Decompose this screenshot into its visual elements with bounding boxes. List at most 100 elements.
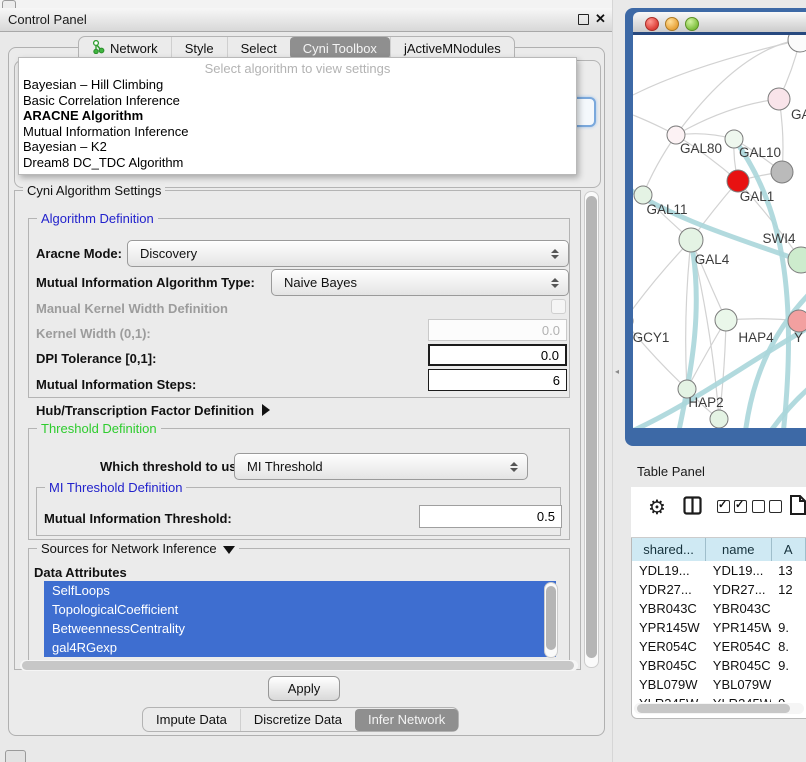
mi-steps-field[interactable]: 6 (428, 369, 567, 391)
hub-definition-expander[interactable]: Hub/Transcription Factor Definition (36, 403, 270, 418)
tab-jactivemnodules[interactable]: jActiveMNodules (390, 37, 514, 59)
kernel-width-field[interactable]: 0.0 (428, 319, 567, 341)
screen: Control Panel ✕ NetworkStyleSelectCyni T… (0, 0, 806, 762)
attributes-vertical-scrollbar[interactable] (544, 582, 558, 658)
table-cell: YPR145W (632, 618, 706, 637)
bottom-tab-impute-data[interactable]: Impute Data (143, 709, 240, 731)
mi-threshold-legend: MI Threshold Definition (45, 480, 186, 495)
table-row[interactable]: YPR145WYPR145W9. (632, 618, 806, 637)
table-cell (771, 675, 806, 694)
which-threshold-select[interactable]: MI Threshold (234, 453, 528, 480)
mi-threshold-field[interactable]: 0.5 (419, 505, 562, 528)
attribute-item[interactable]: SelfLoops (44, 581, 556, 600)
control-panel-titlebar (0, 8, 612, 32)
dpi-tolerance-label: DPI Tolerance [0,1]: (36, 351, 156, 366)
table-cell: YBL079W (632, 675, 706, 694)
table-header-row: shared...nameA (632, 538, 806, 562)
splitter-handle[interactable]: ◂ (615, 368, 620, 375)
network-node[interactable] (771, 161, 793, 183)
close-icon[interactable]: ✕ (595, 11, 606, 27)
network-node[interactable] (715, 309, 737, 331)
algorithm-option[interactable]: Mutual Information Inference (19, 124, 576, 140)
panel-divider[interactable] (612, 0, 613, 762)
data-attributes-label: Data Attributes (34, 565, 127, 580)
apply-button[interactable]: Apply (268, 676, 340, 701)
table-rows: YDL19...YDL19...13YDR27...YDR27...12YBR0… (632, 561, 806, 702)
network-edge (643, 135, 676, 195)
tab-label: Network (110, 41, 158, 56)
network-graph: GALGAL80GAL10GAL1GAL11SWI4GAL4HAP4YGCY1H… (633, 35, 806, 428)
bottom-tab-infer-network[interactable]: Infer Network (355, 709, 458, 731)
network-node[interactable] (788, 310, 806, 332)
tab-style[interactable]: Style (171, 37, 227, 59)
float-window-icon[interactable] (578, 14, 589, 25)
tab-select[interactable]: Select (227, 37, 290, 59)
table-horizontal-scrollbar[interactable] (634, 703, 804, 714)
tab-label: Select (241, 41, 277, 56)
node-label-gal1: GAL1 (740, 189, 775, 204)
column-header[interactable]: shared... (632, 538, 706, 561)
settings-vertical-scrollbar[interactable] (584, 191, 599, 668)
algorithm-option[interactable]: Dream8 DC_TDC Algorithm (19, 155, 576, 171)
tab-network[interactable]: Network (79, 37, 171, 59)
algorithm-option[interactable]: Basic Correlation Inference (19, 93, 576, 109)
table-cell: YER054C (706, 637, 771, 656)
tab-cyni-toolbox[interactable]: Cyni Toolbox (290, 37, 390, 59)
manual-kernel-label: Manual Kernel Width Definition (36, 301, 228, 316)
column-header[interactable]: A (772, 538, 806, 561)
network-node[interactable] (710, 410, 728, 428)
table-cell: 8. (771, 637, 806, 656)
network-canvas[interactable]: GALGAL80GAL10GAL1GAL11SWI4GAL4HAP4YGCY1H… (633, 35, 806, 428)
settings-horizontal-scrollbar[interactable] (20, 660, 578, 671)
table-row[interactable]: YDL19...YDL19...13 (632, 561, 806, 580)
bottom-tab-discretize-data[interactable]: Discretize Data (240, 709, 355, 731)
attribute-item[interactable]: TopologicalCoefficient (44, 600, 556, 619)
unchecked-pair-icon[interactable] (752, 500, 786, 516)
network-node[interactable] (768, 88, 790, 110)
attribute-item[interactable]: gal4RGexp (44, 638, 556, 657)
network-window-titlebar[interactable] (633, 12, 806, 33)
checked-pair-icon[interactable] (717, 500, 751, 516)
network-node[interactable] (788, 35, 806, 52)
table-row[interactable]: YDR27...YDR27...12 (632, 580, 806, 599)
node-label-swi4: SWI4 (762, 231, 795, 246)
mi-type-select[interactable]: Naive Bayes (271, 269, 569, 296)
column-header[interactable]: name (706, 538, 771, 561)
zoom-traffic-light-icon[interactable] (685, 17, 699, 31)
aracne-mode-select[interactable]: Discovery (127, 240, 569, 267)
node-label-gal: GAL (791, 107, 806, 122)
data-attributes-list[interactable]: SelfLoopsTopologicalCoefficientBetweenne… (44, 581, 556, 657)
table-cell: YBR045C (706, 656, 771, 675)
manual-kernel-checkbox[interactable] (551, 299, 566, 314)
table-row[interactable]: YBR045CYBR045C9. (632, 656, 806, 675)
network-node[interactable] (679, 228, 703, 252)
table-cell: YDR27... (632, 580, 706, 599)
sources-legend-text: Sources for Network Inference (41, 541, 217, 556)
gear-icon[interactable]: ⚙ (648, 495, 666, 520)
table-cell: YBR043C (706, 599, 771, 618)
table-row[interactable]: YLR345WYLR345W9. (632, 694, 806, 702)
table-cell: 12 (771, 580, 806, 599)
expander-down-icon (223, 546, 235, 554)
file-icon[interactable] (789, 494, 806, 519)
table-cell: YDL19... (706, 561, 771, 580)
bottom-tabs: Impute DataDiscretize DataInfer Network (142, 707, 459, 732)
table-cell (771, 599, 806, 618)
table-cell: YDL19... (632, 561, 706, 580)
table-row[interactable]: YER054CYER054C8. (632, 637, 806, 656)
network-edge (676, 42, 788, 135)
collapsed-panel-icon[interactable] (5, 750, 26, 762)
algorithm-option[interactable]: Bayesian – Hill Climbing (19, 77, 576, 93)
dpi-tolerance-field[interactable]: 0.0 (428, 344, 567, 366)
table-row[interactable]: YBR043CYBR043C (632, 599, 806, 618)
table-row[interactable]: YBL079WYBL079W (632, 675, 806, 694)
minimize-traffic-light-icon[interactable] (665, 17, 679, 31)
algorithm-option[interactable]: ARACNE Algorithm (19, 108, 576, 124)
algorithm-option[interactable]: Bayesian – K2 (19, 139, 576, 155)
table-cell: YDR27... (706, 580, 771, 599)
close-traffic-light-icon[interactable] (645, 17, 659, 31)
attribute-item[interactable]: BetweennessCentrality (44, 619, 556, 638)
columns-icon[interactable] (683, 496, 702, 518)
network-edge (633, 240, 691, 321)
network-node[interactable] (788, 247, 806, 273)
